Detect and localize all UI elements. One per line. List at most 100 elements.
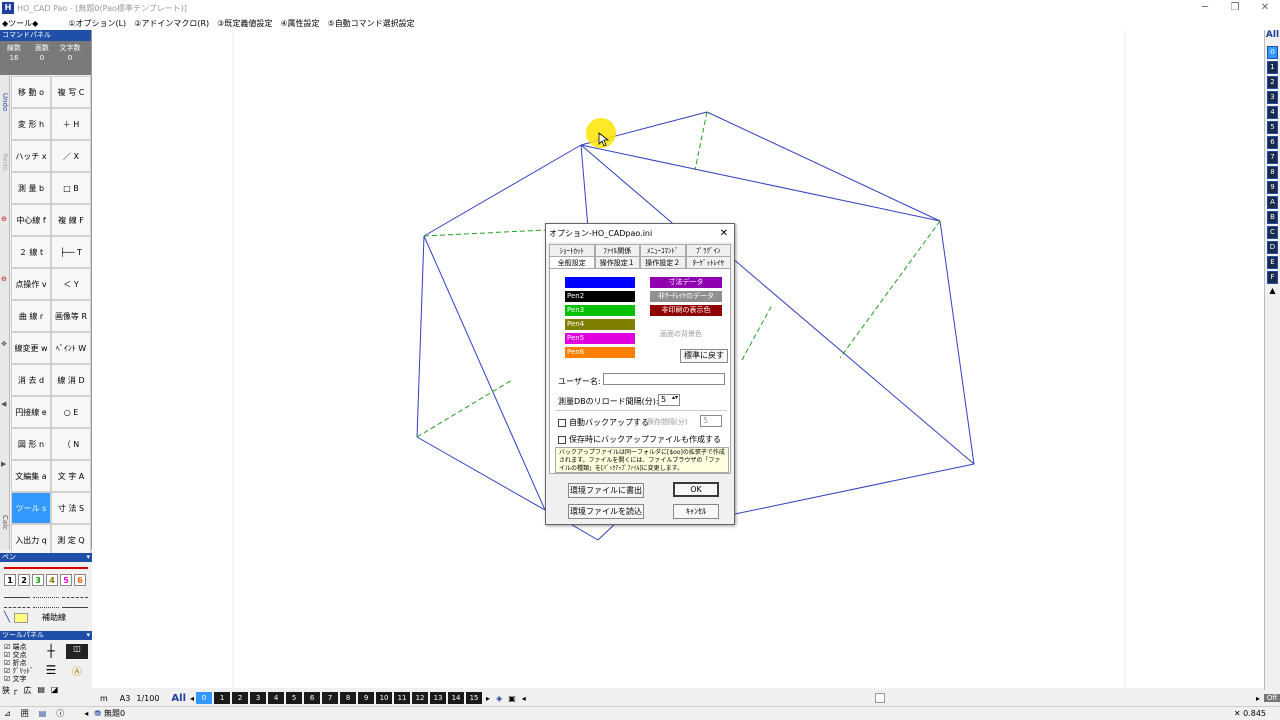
save-backup-check[interactable]: 保存時にバックアップファイルも作成する bbox=[558, 434, 721, 445]
command-button[interactable]: 測 定 Q bbox=[51, 524, 91, 556]
zoom-window-icon[interactable]: ◫ bbox=[66, 644, 88, 659]
layer-tab[interactable]: 1 bbox=[214, 692, 231, 704]
tab-general[interactable]: 全般設定 bbox=[549, 256, 595, 268]
undo-button[interactable]: Undo bbox=[1, 93, 9, 111]
layer-button[interactable]: D bbox=[1267, 241, 1278, 254]
command-button[interactable]: 図 形 n bbox=[11, 428, 51, 460]
menu-tool[interactable]: ◆ツール◆ bbox=[2, 18, 38, 29]
tab-plugin[interactable]: ﾌﾟﾗｸﾞｲﾝ bbox=[685, 244, 731, 256]
pen-number-button[interactable]: 2 bbox=[18, 574, 30, 586]
layer-button[interactable]: F bbox=[1267, 271, 1278, 284]
snap-check[interactable]: ☑ ｸﾞﾘｯﾄﾞ bbox=[0, 667, 36, 675]
command-button[interactable]: 線変更 w bbox=[11, 332, 51, 364]
special-color-swatch[interactable]: 非ｻｰﾁﾚｲﾔのデータ bbox=[650, 291, 722, 302]
restore-icon[interactable]: ❐ bbox=[1220, 0, 1250, 16]
command-button[interactable]: 寸 法 S bbox=[51, 492, 91, 524]
command-button[interactable]: ツール s bbox=[11, 492, 51, 524]
layer-tab[interactable]: 8 bbox=[340, 692, 357, 704]
command-button[interactable]: 複 線 F bbox=[51, 204, 91, 236]
layer-button[interactable]: 3 bbox=[1267, 91, 1278, 104]
off-button[interactable]: Off bbox=[1264, 694, 1280, 702]
command-button[interactable]: 画像等 R bbox=[51, 300, 91, 332]
backup-interval-spinner[interactable]: 5 bbox=[700, 415, 722, 427]
auto-backup-checkbox[interactable] bbox=[558, 418, 566, 427]
menu-addin-macro[interactable]: ②アドインマクロ(R) bbox=[134, 18, 209, 29]
snap-check[interactable]: ☑ 交点 bbox=[0, 651, 36, 659]
menu-attributes[interactable]: ④属性設定 bbox=[280, 18, 319, 29]
command-button[interactable]: ＋ H bbox=[51, 108, 91, 140]
line-thin[interactable] bbox=[62, 600, 88, 608]
layer-tab[interactable]: 3 bbox=[250, 692, 267, 704]
command-button[interactable]: 点操作 v bbox=[11, 268, 51, 300]
layer-tab[interactable]: 9 bbox=[358, 692, 375, 704]
layer-tab[interactable]: 0 bbox=[196, 692, 213, 704]
crosshair-icon[interactable]: ┼ bbox=[40, 644, 62, 659]
line-dot2[interactable] bbox=[33, 600, 59, 608]
measure-icon[interactable]: ◪ bbox=[51, 685, 59, 696]
layer-tab[interactable]: 11 bbox=[394, 692, 411, 704]
command-button[interactable]: 中心線 f bbox=[11, 204, 51, 236]
pen-color-swatch[interactable]: Pen6 bbox=[565, 347, 635, 358]
pen-number-button[interactable]: 3 bbox=[32, 574, 44, 586]
command-button[interactable]: 文 字 A bbox=[51, 460, 91, 492]
pen-color-swatch[interactable]: Pen4 bbox=[565, 319, 635, 330]
pen-color-swatch[interactable]: Pen3 bbox=[565, 305, 635, 316]
right-arrow-icon[interactable]: ▶ bbox=[1, 460, 6, 468]
command-button[interactable]: ハッチ x bbox=[11, 140, 51, 172]
grid-mode-icon[interactable]: 囲 bbox=[21, 708, 29, 719]
all-layers-bottom-button[interactable]: All bbox=[171, 693, 186, 704]
import-env-button[interactable]: 環境ファイルを読込 bbox=[568, 504, 644, 519]
scroll-thumb[interactable] bbox=[874, 693, 885, 703]
dialog-close-icon[interactable]: ✕ bbox=[720, 228, 728, 239]
line-solid[interactable] bbox=[4, 590, 30, 598]
pen-number-button[interactable]: 1 bbox=[4, 574, 16, 586]
command-button[interactable]: ２ 線 t bbox=[11, 236, 51, 268]
special-color-swatch[interactable]: 寸法データ bbox=[650, 277, 722, 288]
save-backup-checkbox[interactable] bbox=[558, 435, 566, 444]
layer-settings-icon[interactable]: ▣ bbox=[508, 694, 516, 703]
wide-select-icon[interactable]: 広 bbox=[23, 685, 31, 696]
background-color-label[interactable]: 画面の背景色 bbox=[660, 329, 702, 339]
tab-target-layer[interactable]: ﾀｰｹﾞｯﾄﾚｲﾔ bbox=[685, 256, 731, 268]
command-button[interactable]: 入出力 q bbox=[11, 524, 51, 556]
layer-button[interactable]: 2 bbox=[1267, 76, 1278, 89]
tab-file[interactable]: ﾌｧｲﾙ関係 bbox=[594, 244, 640, 256]
tab-operation-2[interactable]: 操作設定２ bbox=[640, 256, 686, 268]
snap-check[interactable]: ☑ 文字 bbox=[0, 675, 36, 683]
layer-tab[interactable]: 12 bbox=[412, 692, 429, 704]
pen-color-swatch[interactable]: Pen5 bbox=[565, 333, 635, 344]
layer-tab[interactable]: 10 bbox=[376, 692, 393, 704]
cancel-button[interactable]: ｷｬﾝｾﾙ bbox=[673, 504, 719, 519]
reload-interval-spinner[interactable]: 5 ▴▾ bbox=[658, 394, 680, 406]
helper-line-button[interactable]: 補助線 bbox=[42, 612, 66, 623]
reset-colors-button[interactable]: 標準に戻す bbox=[680, 349, 728, 363]
layer-tab[interactable]: 14 bbox=[448, 692, 465, 704]
list-icon[interactable]: ☰ bbox=[40, 663, 62, 679]
tab-operation-1[interactable]: 操作設定１ bbox=[594, 256, 640, 268]
layer-next-icon[interactable]: ▸ bbox=[486, 694, 490, 703]
snap-mode-icon[interactable]: ⊿ bbox=[4, 709, 11, 718]
info-icon[interactable]: ⓘ bbox=[56, 708, 64, 719]
layer-edit-icon[interactable]: ◈ bbox=[496, 694, 502, 703]
all-layers-button[interactable]: All bbox=[1265, 30, 1280, 44]
print-icon[interactable]: ▤ bbox=[37, 685, 45, 696]
tab-menu-command[interactable]: ﾒﾆｭｰｺﾏﾝﾄﾞ bbox=[640, 244, 686, 256]
line-dotted[interactable] bbox=[33, 590, 59, 598]
layer-tab[interactable]: 5 bbox=[286, 692, 303, 704]
command-button[interactable]: 曲 線 r bbox=[11, 300, 51, 332]
helper-color-icon[interactable] bbox=[14, 612, 29, 623]
line-dash2[interactable] bbox=[4, 600, 30, 608]
spin-icon[interactable]: ▴▾ bbox=[672, 394, 678, 401]
tab-shortcut[interactable]: ｼｮｰﾄｶｯﾄ bbox=[549, 244, 595, 256]
snap-check[interactable]: ☑ 端点 bbox=[0, 643, 36, 651]
menu-defaults[interactable]: ③既定義値設定 bbox=[217, 18, 272, 29]
layer-button[interactable]: E bbox=[1267, 256, 1278, 269]
ok-button[interactable]: OK bbox=[673, 482, 719, 497]
command-button[interactable]: 変 形 h bbox=[11, 108, 51, 140]
layer-tab[interactable]: 6 bbox=[304, 692, 321, 704]
command-button[interactable]: □ B bbox=[51, 172, 91, 204]
layer-button[interactable]: 7 bbox=[1267, 151, 1278, 164]
user-name-input[interactable] bbox=[603, 373, 725, 385]
command-button[interactable]: 複 写 C bbox=[51, 76, 91, 108]
export-env-button[interactable]: 環境ファイルに書出 bbox=[568, 483, 644, 498]
